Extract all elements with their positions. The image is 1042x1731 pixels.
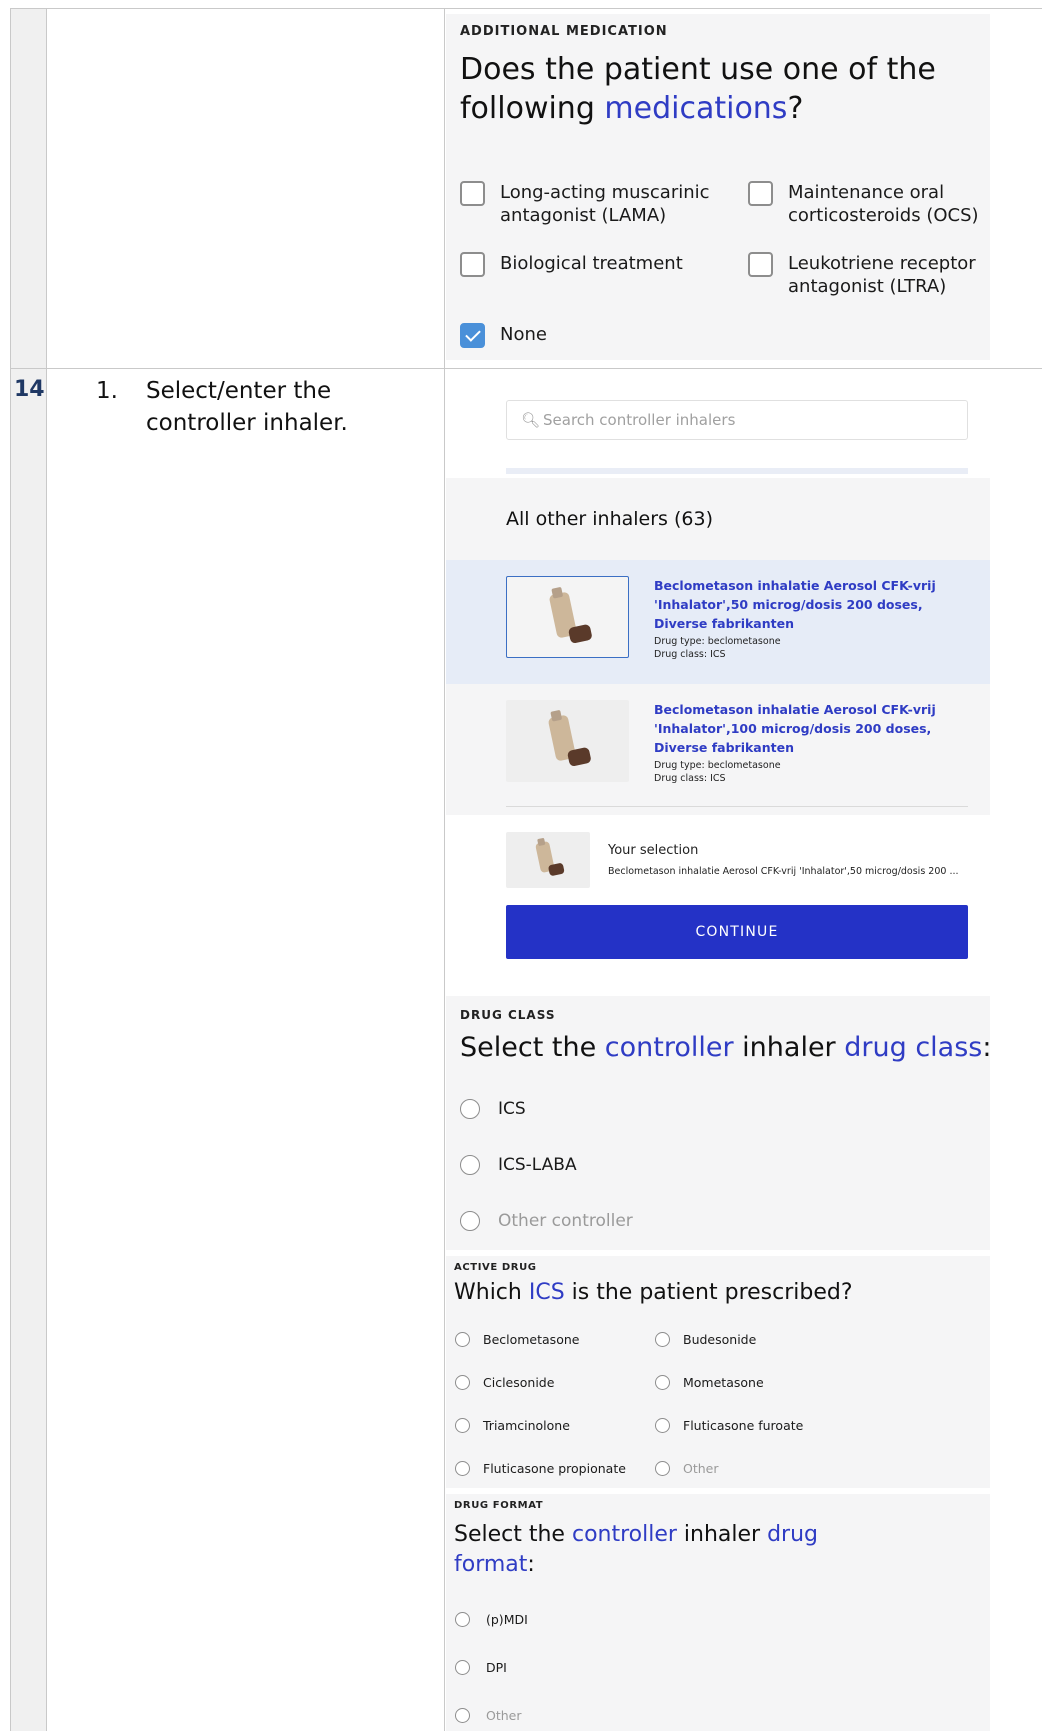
drug-class-question: Select the controller inhaler drug class… xyxy=(460,1032,991,1063)
inhaler-icon xyxy=(548,710,591,766)
drug-class-link[interactable]: drug class xyxy=(844,1032,982,1063)
inhaler-drug-class: Drug class: ICS xyxy=(654,649,726,660)
question-text: : xyxy=(527,1552,535,1577)
biological-treatment-checkbox[interactable] xyxy=(460,252,485,277)
search-box[interactable]: 🔍︎ xyxy=(506,400,968,440)
active-drug-eyebrow: ACTIVE DRUG xyxy=(454,1262,537,1273)
question-text: Select the xyxy=(454,1522,572,1547)
all-other-inhalers-title: All other inhalers (63) xyxy=(506,508,713,530)
inhaler-results-panel: All other inhalers (63) Beclometason inh… xyxy=(446,478,990,815)
drug-format-panel: DRUG FORMAT Select the controller inhale… xyxy=(446,1494,990,1731)
ciclesonide-label[interactable]: Ciclesonide xyxy=(483,1375,554,1390)
question-text: : xyxy=(982,1032,992,1063)
inhaler-item[interactable]: Beclometason inhalatie Aerosol CFK-vrij … xyxy=(446,684,990,808)
ltra-label[interactable]: Leukotriene receptor antagonist (LTRA) xyxy=(788,252,988,298)
drug-format-eyebrow: DRUG FORMAT xyxy=(454,1500,544,1511)
question-text: Select the xyxy=(460,1032,605,1063)
other-format-radio[interactable] xyxy=(455,1708,470,1723)
active-drug-panel: ACTIVE DRUG Which ICS is the patient pre… xyxy=(446,1256,990,1488)
mometasone-radio[interactable] xyxy=(655,1375,670,1390)
question-mark: ? xyxy=(787,91,804,126)
search-input[interactable] xyxy=(543,401,953,439)
selection-panel: Your selection Beclometason inhalatie Ae… xyxy=(446,816,990,986)
additional-medication-eyebrow: ADDITIONAL MEDICATION xyxy=(460,24,668,39)
your-selection-value: Beclometason inhalatie Aerosol CFK-vrij … xyxy=(608,866,959,877)
table-col-divider-1 xyxy=(46,8,47,1731)
other-drug-label[interactable]: Other xyxy=(683,1461,719,1476)
question-text: is the patient prescribed? xyxy=(564,1280,853,1305)
table-col-divider-2 xyxy=(444,8,445,1731)
drug-format-question: Select the controller inhaler drug forma… xyxy=(454,1520,874,1580)
step-number: 1. xyxy=(96,378,118,404)
table-border-top xyxy=(10,8,1042,9)
lama-checkbox[interactable] xyxy=(460,181,485,206)
fluticasone-propionate-label[interactable]: Fluticasone propionate xyxy=(483,1461,626,1476)
other-controller-radio[interactable] xyxy=(460,1211,480,1231)
question-text: inhaler xyxy=(676,1522,768,1547)
inhaler-name-link[interactable]: Beclometason inhalatie Aerosol CFK-vrij … xyxy=(654,700,954,757)
beclometasone-label[interactable]: Beclometasone xyxy=(483,1332,579,1347)
fluticasone-propionate-radio[interactable] xyxy=(455,1461,470,1476)
pmdi-label[interactable]: (p)MDI xyxy=(486,1612,528,1627)
biological-treatment-label[interactable]: Biological treatment xyxy=(500,252,730,275)
inhaler-search-panel: 🔍︎ xyxy=(446,376,990,476)
search-results-edge xyxy=(506,468,968,474)
ics-link[interactable]: ICS xyxy=(529,1280,565,1305)
inhaler-name-link[interactable]: Beclometason inhalatie Aerosol CFK-vrij … xyxy=(654,576,954,633)
table-row-divider xyxy=(10,368,1042,369)
continue-button[interactable]: CONTINUE xyxy=(506,905,968,959)
results-divider xyxy=(506,806,968,807)
medications-link[interactable]: medications xyxy=(604,91,787,126)
pmdi-radio[interactable] xyxy=(455,1612,470,1627)
ics-laba-radio[interactable] xyxy=(460,1155,480,1175)
ltra-checkbox[interactable] xyxy=(748,252,773,277)
ocs-label[interactable]: Maintenance oral corticosteroids (OCS) xyxy=(788,181,988,227)
selection-thumbnail xyxy=(506,832,590,888)
triamcinolone-label[interactable]: Triamcinolone xyxy=(483,1418,570,1433)
ocs-checkbox[interactable] xyxy=(748,181,773,206)
additional-medication-question: Does the patient use one of the followin… xyxy=(460,50,940,128)
other-controller-label[interactable]: Other controller xyxy=(498,1211,633,1231)
budesonide-radio[interactable] xyxy=(655,1332,670,1347)
inhaler-icon xyxy=(549,587,592,643)
ics-label[interactable]: ICS xyxy=(498,1099,526,1119)
fluticasone-furoate-radio[interactable] xyxy=(655,1418,670,1433)
inhaler-icon xyxy=(535,838,565,876)
budesonide-label[interactable]: Budesonide xyxy=(683,1332,756,1347)
mometasone-label[interactable]: Mometasone xyxy=(683,1375,764,1390)
drug-class-panel: DRUG CLASS Select the controller inhaler… xyxy=(446,996,991,1250)
ciclesonide-radio[interactable] xyxy=(455,1375,470,1390)
other-format-label[interactable]: Other xyxy=(486,1708,522,1723)
none-label[interactable]: None xyxy=(500,323,700,346)
active-drug-question: Which ICS is the patient prescribed? xyxy=(454,1280,853,1305)
triamcinolone-radio[interactable] xyxy=(455,1418,470,1433)
beclometasone-radio[interactable] xyxy=(455,1332,470,1347)
inhaler-thumbnail xyxy=(506,700,629,782)
dpi-label[interactable]: DPI xyxy=(486,1660,507,1675)
row-number-column xyxy=(10,8,46,1731)
inhaler-drug-type: Drug type: beclometasone xyxy=(654,760,781,771)
fluticasone-furoate-label[interactable]: Fluticasone furoate xyxy=(683,1418,803,1433)
additional-medication-panel: ADDITIONAL MEDICATION Does the patient u… xyxy=(446,14,990,360)
other-drug-radio[interactable] xyxy=(655,1461,670,1476)
question-text: inhaler xyxy=(733,1032,845,1063)
inhaler-thumbnail xyxy=(506,576,629,658)
controller-link[interactable]: controller xyxy=(605,1032,734,1063)
lama-label[interactable]: Long-acting muscarinic antagonist (LAMA) xyxy=(500,181,730,227)
step-text: Select/enter the controller inhaler. xyxy=(146,378,348,436)
controller-link[interactable]: controller xyxy=(572,1522,677,1547)
inhaler-drug-type: Drug type: beclometasone xyxy=(654,636,781,647)
row-number: 14 xyxy=(14,377,45,402)
inhaler-item-selected[interactable]: Beclometason inhalatie Aerosol CFK-vrij … xyxy=(446,560,990,684)
search-icon: 🔍︎ xyxy=(521,411,541,429)
drug-class-eyebrow: DRUG CLASS xyxy=(460,1008,556,1022)
your-selection-label: Your selection xyxy=(608,843,699,858)
table-border-left xyxy=(10,8,11,1731)
question-text: Which xyxy=(454,1280,529,1305)
ics-radio[interactable] xyxy=(460,1099,480,1119)
ics-laba-label[interactable]: ICS-LABA xyxy=(498,1155,577,1175)
none-checkbox[interactable] xyxy=(460,323,485,348)
dpi-radio[interactable] xyxy=(455,1660,470,1675)
inhaler-drug-class: Drug class: ICS xyxy=(654,773,726,784)
